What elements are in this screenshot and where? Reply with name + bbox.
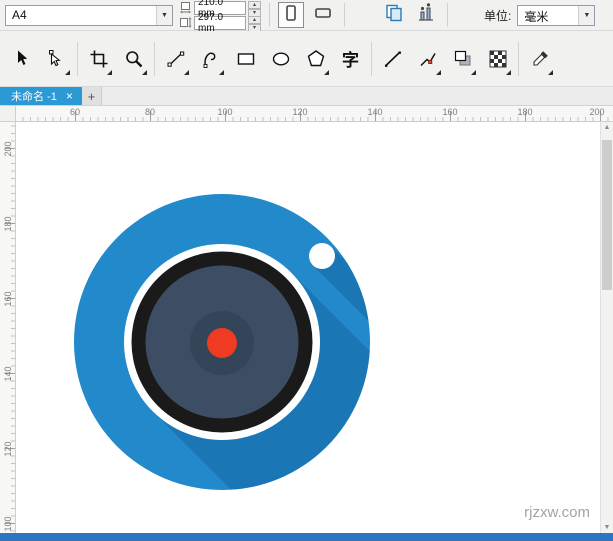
polygon-tool[interactable]: [298, 36, 333, 82]
ruler-origin-corner: [0, 106, 16, 122]
ellipse-tool[interactable]: [263, 36, 298, 82]
shape-icon: [47, 49, 67, 69]
ruler-mark: 180: [3, 216, 13, 232]
toolbox: 字: [0, 31, 613, 87]
ruler-mark: 180: [517, 107, 532, 117]
drop-shadow-icon: [453, 49, 473, 69]
zoom-icon: [124, 49, 144, 69]
scroll-down-icon[interactable]: ▼: [601, 524, 613, 531]
ellipse-icon: [271, 49, 291, 69]
pick-icon: [12, 49, 32, 69]
divider: [344, 3, 345, 27]
all-pages-button[interactable]: [381, 2, 407, 28]
page-width-icon: [179, 1, 192, 14]
document-tab-bar: 未命名 -1 × +: [0, 87, 613, 106]
divider: [518, 42, 519, 76]
ruler-mark: 200: [3, 141, 13, 157]
pattern-fill-icon: [488, 49, 508, 69]
webcam-illustration[interactable]: [16, 122, 600, 533]
document-tab-label: 未命名 -1: [11, 88, 57, 104]
portrait-icon: [280, 2, 302, 29]
crop-tool[interactable]: [81, 36, 116, 82]
zoom-tool[interactable]: [116, 36, 151, 82]
text-tool[interactable]: 字: [333, 36, 368, 82]
ruler-mark: 120: [3, 441, 13, 457]
drop-shadow-tool[interactable]: [445, 36, 480, 82]
scroll-up-icon[interactable]: ▲: [601, 124, 613, 131]
all-pages-icon: [383, 2, 405, 29]
chevron-down-icon[interactable]: ▼: [578, 6, 594, 25]
ruler-mark: 160: [442, 107, 457, 117]
text-icon: 字: [342, 46, 359, 71]
vertical-scrollbar[interactable]: ▲ ▼: [600, 122, 613, 533]
shape-tool[interactable]: [39, 36, 74, 82]
landscape-orientation-button[interactable]: [310, 2, 336, 28]
watermark: rjzxw.com: [524, 504, 590, 521]
crop-icon: [89, 49, 109, 69]
page-height-row: 297.0 mm ▴ ▾: [179, 16, 261, 30]
landscape-icon: [312, 2, 334, 29]
pattern-fill-tool[interactable]: [480, 36, 515, 82]
polygon-icon: [306, 49, 326, 69]
eyedropper-icon: [530, 49, 550, 69]
polyline-icon: [418, 49, 438, 69]
chevron-down-icon[interactable]: ▼: [156, 6, 172, 25]
page-height-input[interactable]: 297.0 mm: [194, 16, 246, 30]
ruler-mark: 140: [367, 107, 382, 117]
divider: [447, 3, 448, 27]
spin-up-icon[interactable]: ▴: [248, 1, 261, 9]
ruler-mark: 80: [145, 107, 155, 117]
red-center-circle[interactable]: [207, 328, 237, 358]
app-window: A4 ▼ 210.0 mm ▴ ▾ 297.0 mm ▴: [0, 0, 613, 541]
polyline-tool[interactable]: [410, 36, 445, 82]
plus-icon: +: [88, 89, 96, 104]
divider: [371, 42, 372, 76]
ruler-mark: 200: [589, 107, 604, 117]
units-dropdown[interactable]: 毫米 ▼: [517, 5, 595, 26]
eyedropper-tool[interactable]: [522, 36, 557, 82]
page-width-stepper[interactable]: ▴ ▾: [248, 1, 261, 15]
document-tab[interactable]: 未命名 -1 ×: [0, 87, 82, 105]
spin-up-icon[interactable]: ▴: [248, 16, 261, 24]
units-label: 单位:: [484, 7, 511, 24]
white-highlight-circle[interactable]: [309, 243, 335, 269]
ruler-mark: 100: [3, 516, 13, 532]
line-tool[interactable]: [375, 36, 410, 82]
freehand-tool[interactable]: [158, 36, 193, 82]
close-icon[interactable]: ×: [66, 90, 73, 102]
freehand-icon: [166, 49, 186, 69]
rectangle-tool[interactable]: [228, 36, 263, 82]
bezier-icon: [201, 49, 221, 69]
ruler-mark: 100: [217, 107, 232, 117]
vertical-ruler: 200 180 160 140 120 100: [0, 122, 16, 533]
vertical-scrollbar-thumb[interactable]: [602, 140, 612, 290]
drawing-canvas[interactable]: rjzxw.com: [16, 122, 600, 533]
page-height-icon: [179, 16, 192, 29]
divider: [154, 42, 155, 76]
property-bar: A4 ▼ 210.0 mm ▴ ▾ 297.0 mm ▴: [0, 0, 613, 31]
page-height-stepper[interactable]: ▴ ▾: [248, 16, 261, 30]
horizontal-scrollbar[interactable]: [0, 533, 613, 541]
new-document-tab-button[interactable]: +: [82, 87, 102, 105]
page-dimensions-group: 210.0 mm ▴ ▾ 297.0 mm ▴ ▾: [179, 1, 261, 30]
page-size-dropdown[interactable]: A4 ▼: [5, 5, 173, 26]
ruler-mark: 120: [292, 107, 307, 117]
rectangle-icon: [236, 49, 256, 69]
bezier-tool[interactable]: [193, 36, 228, 82]
ruler-mark: 140: [3, 366, 13, 382]
page-size-value: A4: [6, 6, 156, 25]
ruler-mark: 60: [70, 107, 80, 117]
page-layout-icon: [415, 2, 437, 29]
divider: [269, 3, 270, 27]
divider: [77, 42, 78, 76]
page-layout-button[interactable]: [413, 2, 439, 28]
ruler-mark: 160: [3, 291, 13, 307]
pick-tool[interactable]: [4, 36, 39, 82]
horizontal-ruler: 60 80 100 120 140 160 180 200: [0, 106, 613, 122]
portrait-orientation-button[interactable]: [278, 2, 304, 28]
units-value: 毫米: [518, 6, 578, 25]
line-icon: [383, 49, 403, 69]
